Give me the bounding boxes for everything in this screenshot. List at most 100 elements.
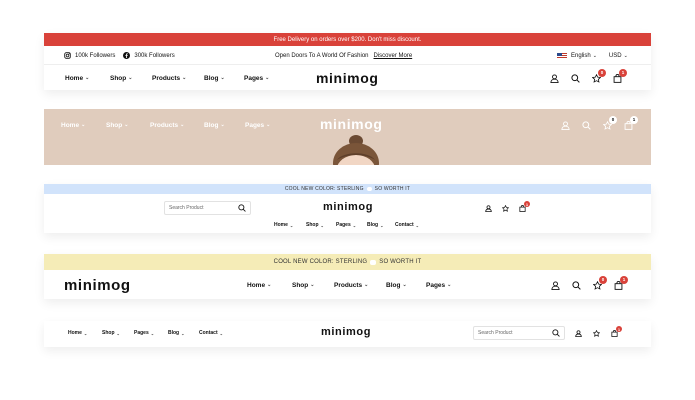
logo[interactable]: minimog — [316, 70, 379, 86]
announcement-bar: COOL NEW COLOR: STERLING SO WORTH IT — [44, 254, 651, 270]
user-icon[interactable] — [485, 205, 492, 212]
nav-label: Contact — [395, 222, 414, 228]
cart-button[interactable]: 1 — [611, 326, 622, 337]
nav-label: Pages — [426, 281, 446, 289]
currency-label: USD — [608, 52, 622, 59]
search-box[interactable]: Search Product — [473, 326, 565, 340]
logo[interactable]: minimog — [321, 326, 371, 338]
nav-item-pages[interactable]: Pages ⌄ — [134, 330, 168, 336]
nav-item-products[interactable]: Products ⌄ — [334, 282, 386, 289]
wishlist-count-badge: 0 — [609, 115, 617, 124]
nav-item-blog[interactable]: Blog ⌄ — [204, 75, 244, 82]
nav-item-products[interactable]: Products ⌄ — [150, 122, 204, 129]
nav-item-home[interactable]: Home ⌄ — [274, 222, 306, 228]
main-nav: Home ⌄ Shop ⌄ Products ⌄ Blog ⌄ Pages ⌄ — [65, 73, 269, 83]
chevron-down-icon: ⌄ — [266, 122, 271, 128]
nav-item-home[interactable]: Home ⌄ — [68, 330, 102, 336]
heart-icon — [370, 259, 377, 265]
user-icon[interactable] — [550, 73, 559, 83]
tagline-group: Open Doors To A World Of Fashion Discove… — [275, 51, 412, 60]
user-icon[interactable] — [575, 330, 582, 337]
nav-item-pages[interactable]: Pages ⌄ — [426, 282, 451, 289]
wishlist-button[interactable] — [593, 330, 600, 337]
wishlist-button[interactable] — [502, 205, 509, 212]
currency-select[interactable]: USD ⌄ — [609, 53, 628, 59]
language-select[interactable]: English ⌄ — [571, 53, 597, 59]
search-input[interactable]: Search Product — [169, 205, 203, 211]
header-actions: 0 1 — [561, 115, 638, 131]
instagram-followers[interactable]: 100k Followers — [75, 53, 115, 59]
chevron-down-icon: ⌄ — [219, 330, 223, 336]
chevron-down-icon: ⌄ — [180, 122, 185, 128]
chevron-down-icon: ⌄ — [380, 222, 384, 228]
user-icon[interactable] — [551, 280, 560, 290]
nav-item-shop[interactable]: Shop ⌄ — [110, 75, 152, 82]
nav-item-products[interactable]: Products ⌄ — [152, 75, 204, 82]
language-label: English — [571, 52, 591, 59]
nav-label: Shop — [292, 281, 309, 289]
search-icon[interactable] — [572, 280, 581, 290]
search-icon[interactable] — [238, 204, 246, 212]
search-icon[interactable] — [582, 120, 591, 130]
cart-count-badge: 1 — [630, 115, 638, 124]
chevron-down-icon: ⌄ — [352, 222, 357, 228]
nav-item-blog[interactable]: Blog ⌄ — [204, 122, 245, 129]
cart-count-badge: 1 — [620, 275, 628, 284]
discover-more-link[interactable]: Discover More — [374, 53, 413, 59]
nav-item-pages[interactable]: Pages ⌄ — [245, 122, 270, 129]
nav-label: Blog — [168, 330, 180, 336]
nav-item-shop[interactable]: Shop ⌄ — [292, 282, 334, 289]
chevron-down-icon: ⌄ — [402, 282, 407, 288]
nav-item-pages[interactable]: Pages ⌄ — [336, 222, 367, 228]
nav-item-shop[interactable]: Shop ⌄ — [102, 330, 134, 336]
nav-item-contact[interactable]: Contact ⌄ — [395, 222, 419, 228]
cart-button[interactable]: 1 — [614, 275, 628, 290]
announcement-text: COOL NEW COLOR: STERLING — [284, 186, 364, 192]
logo[interactable]: minimog — [323, 201, 373, 213]
nav-item-home[interactable]: Home ⌄ — [247, 282, 292, 289]
header-variant-1: Free Delivery on orders over $200. Don't… — [44, 33, 651, 90]
nav-label: Home — [274, 222, 288, 228]
promo-bar: Free Delivery on orders over $200. Don't… — [44, 33, 651, 46]
nav-item-contact[interactable]: Contact ⌄ — [199, 330, 223, 336]
facebook-icon[interactable] — [123, 52, 131, 59]
wishlist-button[interactable]: 0 — [592, 68, 606, 83]
nav-item-home[interactable]: Home ⌄ — [65, 75, 110, 82]
chevron-down-icon: ⌄ — [415, 222, 419, 228]
nav-item-shop[interactable]: Shop ⌄ — [106, 122, 150, 129]
chevron-down-icon: ⌄ — [289, 222, 294, 228]
nav-label: Home — [68, 330, 82, 336]
logo[interactable]: minimog — [64, 277, 131, 294]
search-icon[interactable] — [552, 329, 560, 337]
nav-item-blog[interactable]: Blog ⌄ — [367, 222, 395, 228]
search-box[interactable]: Search Product — [164, 201, 251, 215]
search-icon[interactable] — [571, 73, 580, 83]
facebook-followers[interactable]: 300k Followers — [134, 53, 174, 59]
nav-item-blog[interactable]: Blog ⌄ — [386, 282, 426, 289]
logo[interactable]: minimog — [320, 116, 383, 132]
announcement-tail: SO WORTH IT — [374, 186, 411, 192]
wishlist-button[interactable]: 0 — [603, 115, 617, 130]
user-icon[interactable] — [561, 120, 570, 130]
wishlist-count-badge: 0 — [598, 68, 606, 77]
nav-label: Products — [150, 121, 179, 129]
wishlist-button[interactable]: 0 — [593, 275, 607, 290]
nav-item-blog[interactable]: Blog ⌄ — [168, 330, 199, 336]
header-actions: 0 1 — [551, 275, 628, 291]
chevron-down-icon: ⌄ — [220, 75, 225, 81]
nav-item-shop[interactable]: Shop ⌄ — [306, 222, 336, 228]
nav-label: Blog — [367, 222, 379, 228]
hero-model-image — [328, 133, 384, 165]
cart-button[interactable]: 1 — [519, 201, 530, 212]
main-nav: Home ⌄ Shop ⌄ Products ⌄ Blog ⌄ Pages ⌄ — [247, 280, 451, 290]
nav-item-home[interactable]: Home ⌄ — [61, 122, 106, 129]
instagram-icon[interactable] — [64, 52, 71, 59]
cart-button[interactable]: 1 — [624, 115, 638, 130]
header-actions: 1 — [575, 326, 622, 338]
search-input[interactable]: Search Product — [478, 330, 512, 336]
nav-item-pages[interactable]: Pages ⌄ — [244, 75, 269, 82]
nav-label: Pages — [244, 74, 264, 82]
chevron-down-icon: ⌄ — [265, 75, 270, 81]
cart-button[interactable]: 1 — [613, 68, 627, 83]
chevron-down-icon: ⌄ — [128, 75, 133, 81]
